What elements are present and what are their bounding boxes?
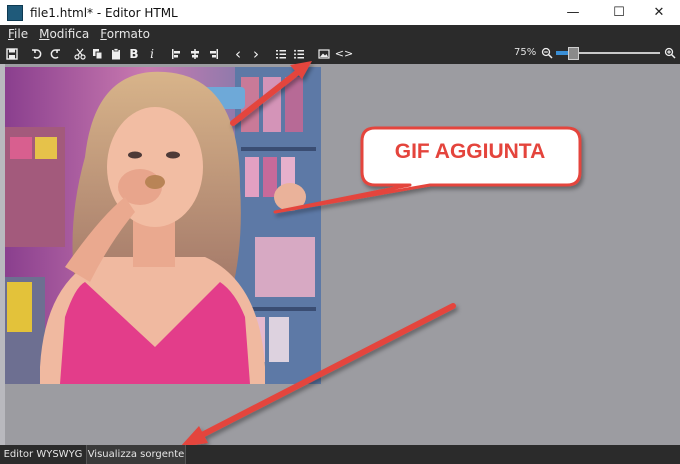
menu-modifica[interactable]: Modifica: [39, 27, 89, 41]
align-center-icon[interactable]: [186, 45, 204, 63]
menu-formato[interactable]: Formato: [100, 27, 150, 41]
callout-text: GIF AGGIUNTA: [394, 140, 546, 163]
menu-file[interactable]: File: [8, 27, 28, 41]
align-left-icon[interactable]: [168, 45, 186, 63]
insert-code-icon[interactable]: <>: [333, 45, 355, 63]
window-title: file1.html* - Editor HTML: [30, 5, 178, 20]
numbered-list-icon[interactable]: [272, 45, 290, 63]
bulleted-list-icon[interactable]: [290, 45, 308, 63]
zoom-out-icon[interactable]: [540, 46, 554, 60]
menu-bar: File Modifica Formato: [0, 25, 680, 43]
undo-icon[interactable]: [28, 45, 46, 63]
zoom-slider-fill: [556, 51, 568, 55]
redo-icon[interactable]: [46, 45, 64, 63]
inserted-gif-image[interactable]: [5, 67, 321, 384]
bottom-tab-bar: Editor WYSWYG Visualizza sorgente: [0, 445, 680, 464]
align-right-icon[interactable]: [204, 45, 222, 63]
close-button[interactable]: ✕: [636, 0, 680, 25]
insert-image-icon[interactable]: [315, 45, 333, 63]
outdent-icon[interactable]: ‹: [229, 45, 247, 63]
minimize-button[interactable]: —: [550, 0, 596, 25]
tab-editor-wysiwyg[interactable]: Editor WYSWYG: [0, 445, 87, 464]
title-bar: file1.html* - Editor HTML — ☐ ✕: [0, 0, 680, 25]
minimize-icon: —: [566, 5, 580, 20]
maximize-icon: ☐: [613, 5, 625, 20]
app-icon: [7, 4, 23, 21]
close-icon: ✕: [653, 5, 665, 20]
cut-icon[interactable]: [71, 45, 89, 63]
paste-icon[interactable]: [107, 45, 125, 63]
save-icon[interactable]: [3, 45, 21, 63]
toolbar: B i ‹ › <> 75%: [0, 43, 680, 64]
zoom-level: 75%: [514, 47, 537, 58]
copy-icon[interactable]: [89, 45, 107, 63]
indent-icon[interactable]: ›: [247, 45, 265, 63]
tab-view-source[interactable]: Visualizza sorgente: [87, 445, 186, 464]
italic-icon[interactable]: i: [143, 45, 161, 63]
zoom-slider-thumb[interactable]: [568, 47, 579, 60]
zoom-in-icon[interactable]: [663, 46, 677, 60]
bold-icon[interactable]: B: [125, 45, 143, 63]
